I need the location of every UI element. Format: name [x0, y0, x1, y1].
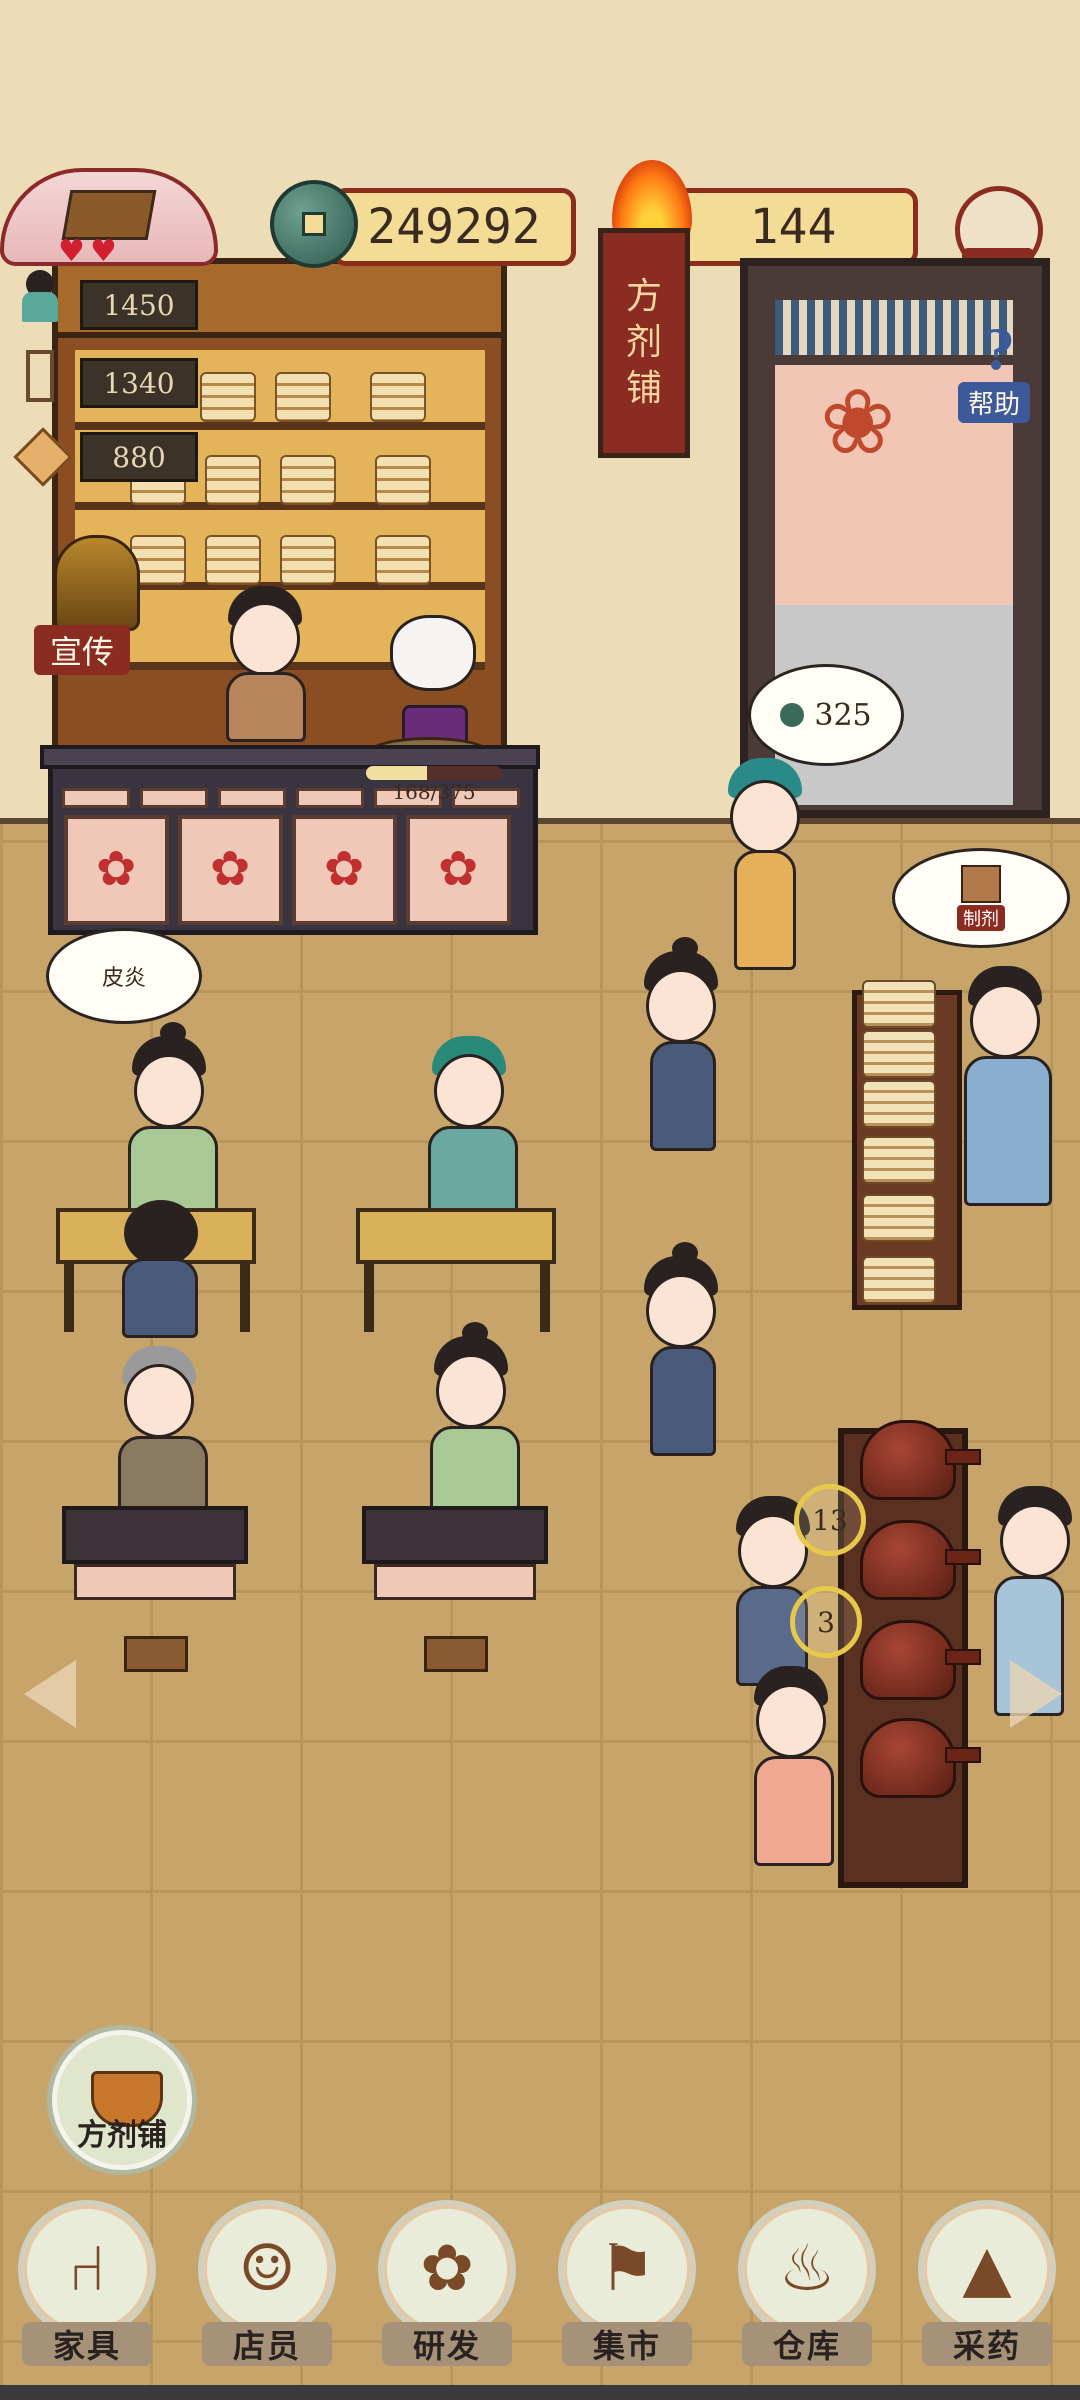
chair-icon — [14, 350, 66, 402]
table-leg — [364, 1262, 374, 1332]
counter-door-panel — [64, 815, 169, 925]
treatment-desk[interactable] — [62, 1506, 248, 1564]
help-label[interactable]: 帮助 — [958, 382, 1031, 423]
queue-count-badge: 3 — [790, 1586, 862, 1658]
medicine-packet — [862, 1030, 936, 1078]
door-lattice — [775, 300, 1013, 355]
menu-warehouse-button[interactable]: 仓库 — [742, 2322, 872, 2366]
herb-cake — [370, 372, 426, 422]
symptom-bubble: 皮炎 — [46, 928, 202, 1024]
stat-research: 880 — [80, 432, 198, 482]
herb-cake — [205, 535, 261, 585]
counter-drawer — [140, 788, 208, 808]
help-icon[interactable]: ? — [982, 318, 1028, 382]
counter-progress-text: 168/375 — [392, 780, 476, 804]
promo-button[interactable]: 宣传 — [34, 625, 131, 675]
herb-mountain-icon[interactable]: ▲ — [918, 2200, 1056, 2338]
queue-count-value: 3 — [817, 1605, 835, 1639]
medicine-packet — [862, 980, 936, 1028]
stat-research-value: 880 — [112, 440, 166, 474]
stat-furniture-value: 1340 — [103, 366, 175, 400]
desk-panel — [374, 1564, 536, 1600]
herb-cake — [375, 455, 431, 505]
stat-furniture: 1340 — [80, 358, 198, 408]
table-leg — [240, 1262, 250, 1332]
market-icon[interactable]: ⚑ — [558, 2200, 696, 2338]
desk-panel — [74, 1564, 236, 1600]
system-nav-strip — [0, 2385, 1080, 2400]
mortar-icon — [961, 865, 1001, 903]
coin-icon — [270, 180, 358, 268]
menu-staff-button[interactable]: 店员 — [202, 2322, 332, 2366]
medicine-packet — [862, 1080, 936, 1128]
stat-staff: 1450 — [80, 280, 198, 330]
coin-counter: 249292 — [332, 188, 576, 266]
research-icon[interactable]: ✿ — [378, 2200, 516, 2338]
scroll-right-arrow-icon[interactable] — [1010, 1660, 1062, 1728]
fire-value: 144 — [749, 199, 837, 255]
prepare-bubble[interactable]: 制剂 — [892, 848, 1070, 948]
bell-icon[interactable] — [54, 535, 140, 631]
clay-pot-icon[interactable] — [860, 1718, 981, 1798]
counter-drawer — [62, 788, 130, 808]
counter-door-panel — [292, 815, 397, 925]
herb-cake — [200, 372, 256, 422]
coin-value: 249292 — [367, 199, 541, 255]
medicine-packet — [862, 1256, 936, 1304]
coin-reward-value: 325 — [814, 697, 872, 733]
menu-research-button[interactable]: 研发 — [382, 2322, 512, 2366]
shop-switch-label[interactable]: 方剂铺 — [52, 2110, 192, 2154]
staff-avatar-icon — [14, 270, 66, 322]
stool[interactable] — [424, 1636, 488, 1672]
sign-char: 铺 — [625, 368, 662, 409]
medicine-packet — [862, 1136, 936, 1184]
menu-market-button[interactable]: 集市 — [562, 2322, 692, 2366]
sign-char: 方 — [625, 276, 662, 317]
coin-icon — [780, 703, 805, 727]
heart-icon: ♥ — [58, 234, 85, 269]
counter-door-panel — [406, 815, 511, 925]
clay-pot-icon[interactable] — [860, 1520, 981, 1600]
chair-icon[interactable]: ⑁ — [18, 2200, 156, 2338]
symptom-text: 皮炎 — [101, 966, 146, 991]
counter-progress-bar — [366, 766, 502, 780]
stool[interactable] — [124, 1636, 188, 1672]
menu-furniture-button[interactable]: 家具 — [22, 2322, 152, 2366]
counter-drawer — [296, 788, 364, 808]
table-leg — [64, 1262, 74, 1332]
consult-table[interactable] — [356, 1208, 556, 1264]
shop-name-sign: 方 剂 铺 — [598, 228, 690, 458]
scroll-left-arrow-icon[interactable] — [24, 1660, 76, 1728]
counter-door-panel — [178, 815, 283, 925]
clay-pot-icon[interactable] — [860, 1620, 981, 1700]
prepare-label: 制剂 — [957, 905, 1005, 931]
menu-herb-gathering-button[interactable]: 采药 — [922, 2322, 1052, 2366]
progress-fill — [366, 766, 427, 780]
herb-cake — [280, 455, 336, 505]
coin-reward-bubble[interactable]: 325 — [748, 664, 904, 766]
research-packet-icon — [13, 427, 73, 487]
herb-cake — [275, 372, 331, 422]
warehouse-icon[interactable]: ♨ — [738, 2200, 876, 2338]
medicine-packet — [862, 1194, 936, 1242]
queue-count-badge: 13 — [794, 1484, 866, 1556]
treatment-desk[interactable] — [362, 1506, 548, 1564]
stat-staff-value: 1450 — [103, 288, 175, 322]
herb-cake — [375, 535, 431, 585]
flower-pattern-icon: ❀ — [820, 370, 896, 475]
queue-count-value: 13 — [812, 1503, 848, 1537]
staff-icon[interactable]: ☺ — [198, 2200, 336, 2338]
clay-pot-icon[interactable] — [860, 1420, 981, 1500]
table-leg — [540, 1262, 550, 1332]
counter-drawer — [218, 788, 286, 808]
sign-char: 剂 — [625, 322, 662, 363]
heart-icon: ♥ — [90, 234, 117, 269]
fire-counter: 144 — [668, 188, 918, 266]
herb-cake — [280, 535, 336, 585]
herb-cake — [205, 455, 261, 505]
